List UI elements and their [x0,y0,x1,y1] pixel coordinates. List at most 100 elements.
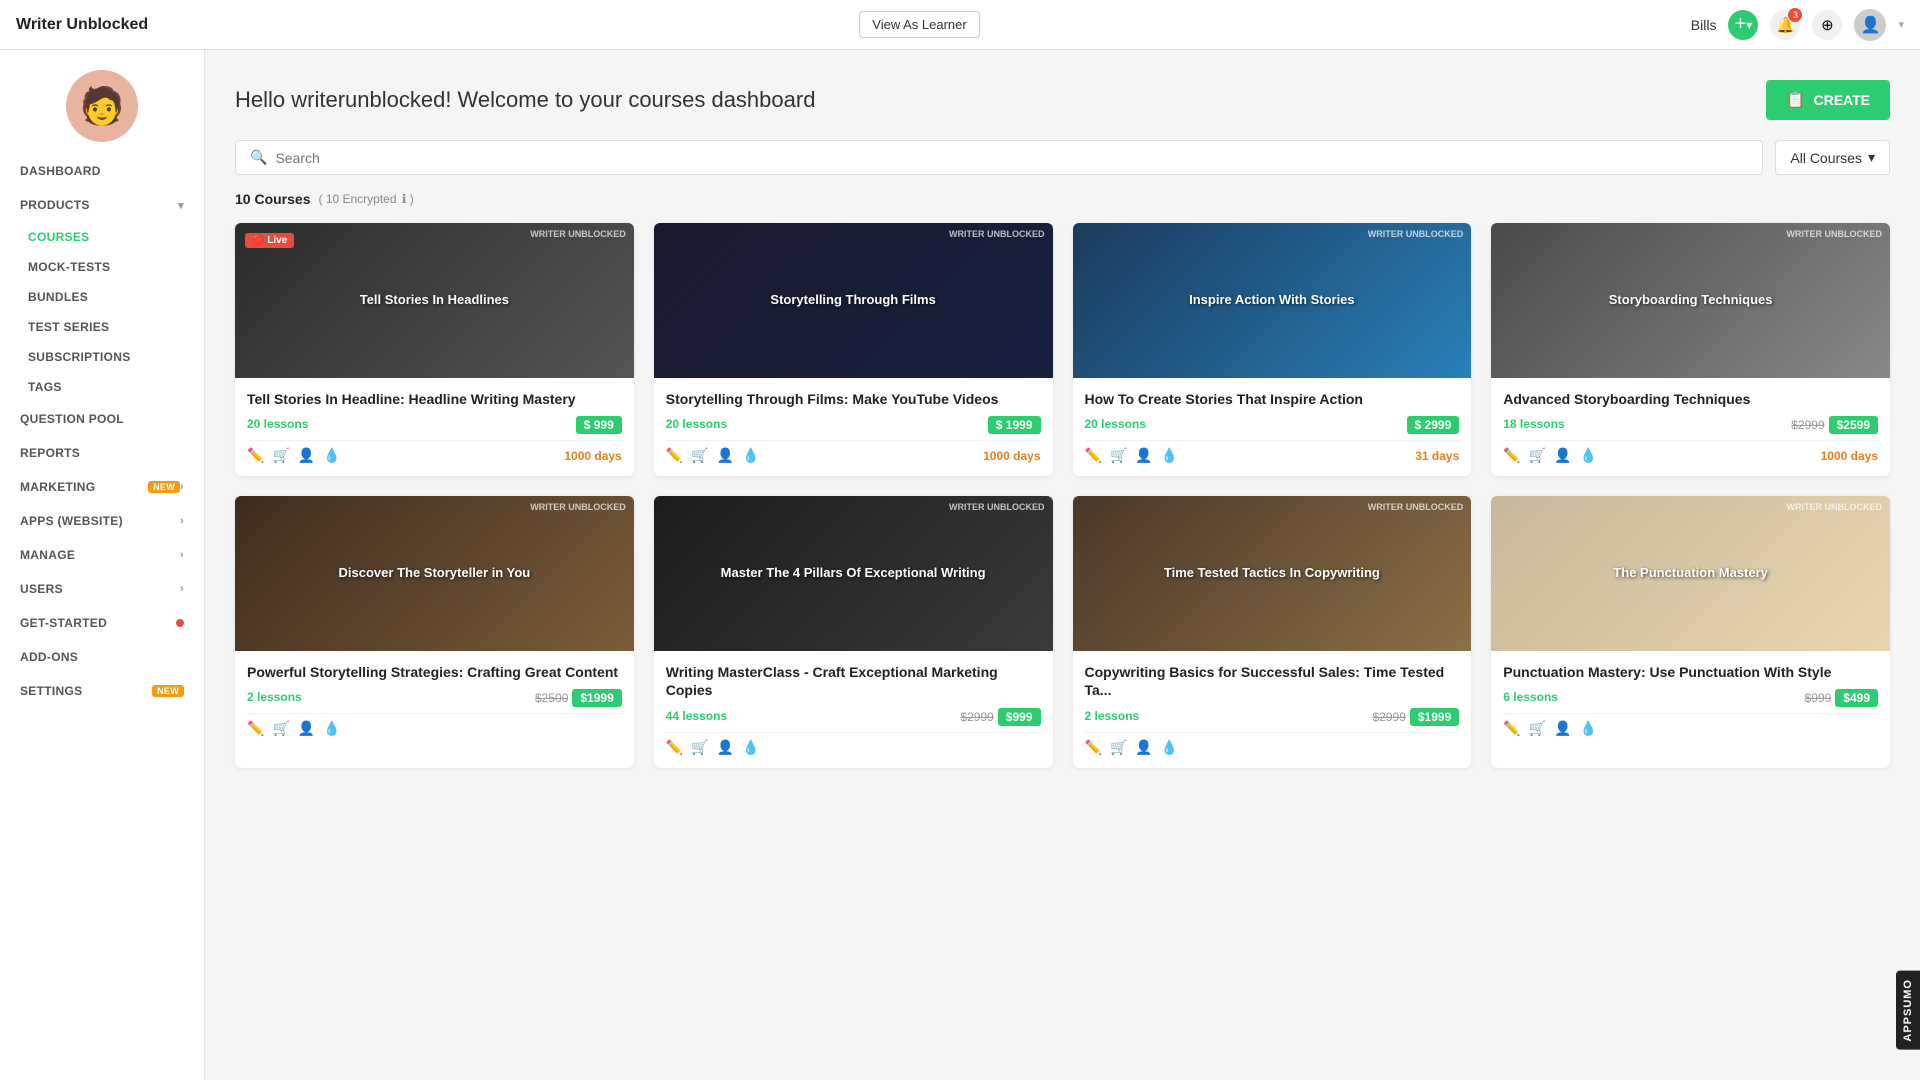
lesson-count-5: 2 lessons [247,690,302,704]
filter-label: All Courses [1790,150,1862,166]
user-icon-1[interactable]: 👤 [298,447,315,464]
edit-icon-8[interactable]: ✏️ [1503,720,1520,737]
sidebar-item-dashboard[interactable]: DASHBOARD [0,154,204,188]
user-icon-6[interactable]: 👤 [717,739,734,756]
course-meta-1: 20 lessons $ 999 [247,416,622,432]
lesson-count-6: 44 lessons [666,709,727,723]
sidebar-item-question-pool[interactable]: QUESTION POOL [0,402,204,436]
course-card-6[interactable]: Master The 4 Pillars Of Exceptional Writ… [654,496,1053,767]
course-meta-7: 2 lessons $2999$1999 [1085,708,1460,724]
cart-icon-8[interactable]: 🛒 [1529,720,1546,737]
sidebar-item-settings[interactable]: SETTINGS NEW [0,674,204,708]
help-icon: ⊕ [1821,16,1834,34]
course-thumbnail-7: Time Tested Tactics In Copywriting WRITE… [1073,496,1472,651]
cart-icon-3[interactable]: 🛒 [1110,447,1127,464]
user-icon-3[interactable]: 👤 [1135,447,1152,464]
sidebar-item-get-started[interactable]: GET-STARTED [0,606,204,640]
water-icon-8[interactable]: 💧 [1580,720,1597,737]
course-info-8: Punctuation Mastery: Use Punctuation Wit… [1491,651,1890,749]
water-icon-2[interactable]: 💧 [742,447,759,464]
course-card-5[interactable]: Discover The Storyteller in You WRITER U… [235,496,634,767]
course-card-1[interactable]: 🔴 Live Tell Stories In Headlines WRITER … [235,223,634,476]
watermark-5: WRITER UNBLOCKED [530,502,626,512]
edit-icon-4[interactable]: ✏️ [1503,447,1520,464]
cart-icon-4[interactable]: 🛒 [1529,447,1546,464]
cart-icon-2[interactable]: 🛒 [691,447,708,464]
water-icon-7[interactable]: 💧 [1161,739,1178,756]
page-title: Hello writerunblocked! Welcome to your c… [235,87,815,113]
sidebar-item-manage[interactable]: MANAGE › [0,538,204,572]
thumbnail-text-6: Master The 4 Pillars Of Exceptional Writ… [711,555,996,592]
edit-icon-7[interactable]: ✏️ [1085,739,1102,756]
view-as-learner-button[interactable]: View As Learner [859,11,979,38]
cart-icon-7[interactable]: 🛒 [1110,739,1127,756]
water-icon-6[interactable]: 💧 [742,739,759,756]
search-input[interactable] [275,150,1748,166]
add-button[interactable]: + ▾ [1728,10,1758,40]
sidebar-item-mock-tests[interactable]: MOCK-TESTS [0,252,204,282]
action-icons-2: ✏️ 🛒 👤 💧 [666,447,760,464]
help-button[interactable]: ⊕ [1812,10,1842,40]
course-card-4[interactable]: Storyboarding Techniques WRITER UNBLOCKE… [1491,223,1890,476]
price-tag-6: $999 [998,708,1041,726]
user-avatar-button[interactable]: 👤 [1854,9,1886,41]
edit-icon-2[interactable]: ✏️ [666,447,683,464]
edit-icon-3[interactable]: ✏️ [1085,447,1102,464]
sidebar-item-marketing[interactable]: MARKETING NEW › [0,470,204,504]
course-info-5: Powerful Storytelling Strategies: Crafti… [235,651,634,749]
sidebar-item-subscriptions[interactable]: SUBSCRIPTIONS [0,342,204,372]
filter-dropdown[interactable]: All Courses ▾ [1775,140,1890,175]
price-tag-2: $ 1999 [988,416,1041,434]
price-container-1: $ 999 [576,416,622,432]
user-icon-4[interactable]: 👤 [1554,447,1571,464]
sidebar-item-bundles[interactable]: BUNDLES [0,282,204,312]
cart-icon-1[interactable]: 🛒 [272,447,289,464]
water-icon-4[interactable]: 💧 [1580,447,1597,464]
edit-icon-1[interactable]: ✏️ [247,447,264,464]
water-icon-5[interactable]: 💧 [323,720,340,737]
sidebar-item-apps-website[interactable]: APPS (WEBSITE) › [0,504,204,538]
new-badge-settings: NEW [152,685,184,697]
course-card-7[interactable]: Time Tested Tactics In Copywriting WRITE… [1073,496,1472,767]
user-icon-7[interactable]: 👤 [1135,739,1152,756]
user-icon-5[interactable]: 👤 [298,720,315,737]
cart-icon-5[interactable]: 🛒 [272,720,289,737]
top-nav-center: View As Learner [859,11,979,38]
price-container-5: $2500$1999 [535,689,622,705]
price-tag-7: $1999 [1410,708,1459,726]
user-icon-8[interactable]: 👤 [1554,720,1571,737]
user-icon-2[interactable]: 👤 [717,447,734,464]
course-meta-6: 44 lessons $2999$999 [666,708,1041,724]
course-card-2[interactable]: Storytelling Through Films WRITER UNBLOC… [654,223,1053,476]
sidebar-avatar-section: 🧑 [0,50,204,154]
water-icon-1[interactable]: 💧 [323,447,340,464]
sidebar-label-apps-website: APPS (WEBSITE) [20,514,180,528]
appsumo-button[interactable]: APPSUMO [1896,971,1920,1050]
course-info-1: Tell Stories In Headline: Headline Writi… [235,378,634,476]
dot-badge-get-started [176,619,184,627]
course-info-3: How To Create Stories That Inspire Actio… [1073,378,1472,476]
sidebar: 🧑 DASHBOARD PRODUCTS ▾ COURSES MOCK-TEST… [0,50,205,1080]
info-icon: ℹ [402,192,407,206]
user-dropdown-arrow[interactable]: ▾ [1898,18,1904,31]
sidebar-item-tags[interactable]: TAGS [0,372,204,402]
price-container-4: $2999$2599 [1791,416,1878,432]
edit-icon-5[interactable]: ✏️ [247,720,264,737]
create-button[interactable]: 📋 CREATE [1766,80,1890,120]
cart-icon-6[interactable]: 🛒 [691,739,708,756]
sidebar-item-reports[interactable]: REPORTS [0,436,204,470]
sidebar-item-products[interactable]: PRODUCTS ▾ [0,188,204,222]
course-card-8[interactable]: The Punctuation Mastery WRITER UNBLOCKED… [1491,496,1890,767]
edit-icon-6[interactable]: ✏️ [666,739,683,756]
notifications-button[interactable]: 🔔 3 [1770,10,1800,40]
sidebar-item-add-ons[interactable]: ADD-ONS [0,640,204,674]
sidebar-label-bundles: BUNDLES [28,290,88,304]
course-thumbnail-6: Master The 4 Pillars Of Exceptional Writ… [654,496,1053,651]
course-card-3[interactable]: Inspire Action With Stories WRITER UNBLO… [1073,223,1472,476]
original-price-4: $2999 [1791,418,1824,432]
sidebar-item-courses[interactable]: COURSES [0,222,204,252]
water-icon-3[interactable]: 💧 [1161,447,1178,464]
sidebar-label-subscriptions: SUBSCRIPTIONS [28,350,131,364]
sidebar-item-test-series[interactable]: TEST SERIES [0,312,204,342]
sidebar-item-users[interactable]: USERS › [0,572,204,606]
